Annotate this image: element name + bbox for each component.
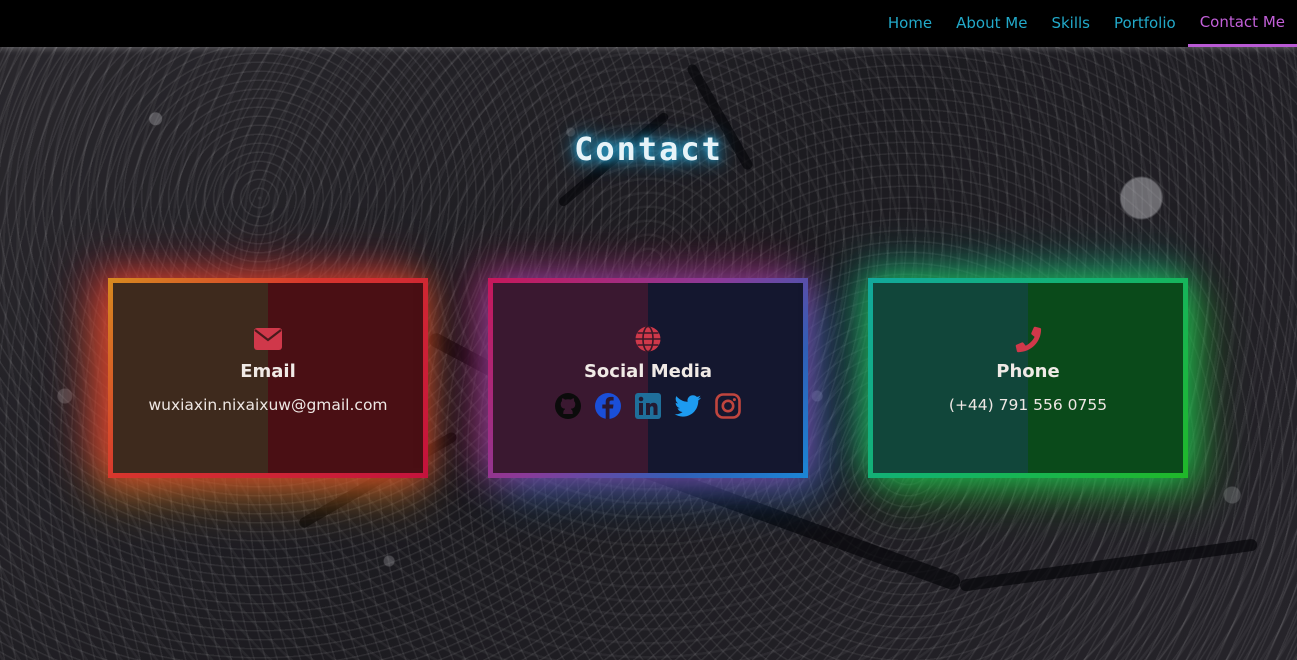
- twitter-icon[interactable]: [674, 392, 702, 420]
- phone-card: Phone (+44) 791 556 0755: [868, 278, 1188, 478]
- phone-number[interactable]: (+44) 791 556 0755: [949, 396, 1107, 414]
- social-media-card-title: Social Media: [583, 361, 713, 382]
- nav-link-home[interactable]: Home: [876, 0, 944, 47]
- social-media-card: Social Media: [488, 278, 808, 478]
- globe-icon: [634, 325, 662, 353]
- nav-link-contact-me[interactable]: Contact Me: [1187, 0, 1297, 47]
- linkedin-icon[interactable]: [634, 392, 662, 420]
- social-links: [554, 392, 742, 420]
- page-title: Contact: [574, 130, 723, 168]
- nav-links: Home About Me Skills Portfolio Contact M…: [876, 0, 1297, 47]
- email-card: Email wuxiaxin.nixaixuw@gmail.com: [108, 278, 428, 478]
- nav-link-portfolio[interactable]: Portfolio: [1102, 0, 1188, 47]
- github-icon[interactable]: [554, 392, 582, 420]
- navbar: Home About Me Skills Portfolio Contact M…: [0, 0, 1297, 47]
- instagram-icon[interactable]: [714, 392, 742, 420]
- envelope-icon: [254, 325, 282, 353]
- facebook-icon[interactable]: [594, 392, 622, 420]
- contact-page: Home About Me Skills Portfolio Contact M…: [0, 0, 1297, 660]
- phone-card-title: Phone: [996, 361, 1060, 382]
- email-address[interactable]: wuxiaxin.nixaixuw@gmail.com: [148, 396, 387, 414]
- email-card-title: Email: [240, 361, 296, 382]
- phone-icon: [1014, 325, 1042, 353]
- nav-link-about-me[interactable]: About Me: [944, 0, 1039, 47]
- nav-link-skills[interactable]: Skills: [1039, 0, 1102, 47]
